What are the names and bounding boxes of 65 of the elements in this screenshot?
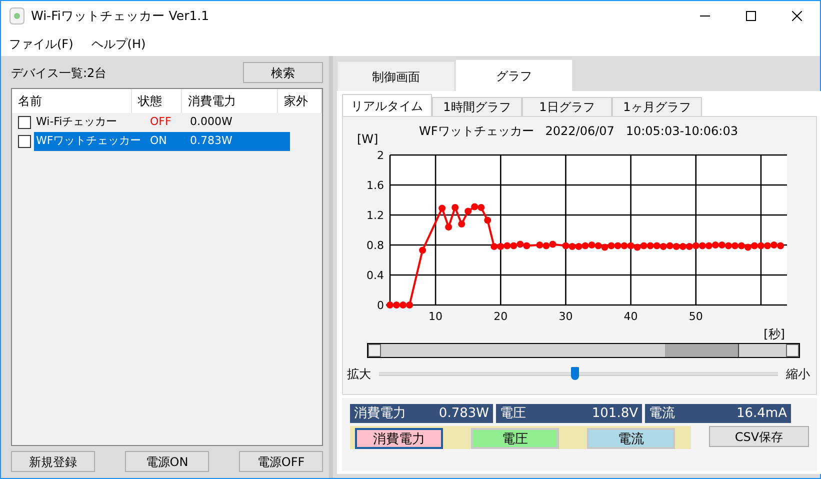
checkbox[interactable] <box>18 135 31 148</box>
y-tick-label: 0.4 <box>366 269 384 282</box>
app-icon <box>9 7 25 25</box>
x-tick-label: 50 <box>688 310 703 323</box>
tab[interactable]: グラフ <box>455 59 573 91</box>
action-button[interactable]: 電源ON <box>125 451 209 472</box>
tab[interactable]: 1時間グラフ <box>432 97 522 116</box>
action-button[interactable]: 電源OFF <box>239 451 323 472</box>
device-name: WFワットチェッカー <box>35 133 142 150</box>
y-tick-label: 1.6 <box>366 179 384 192</box>
readout-label: 電流 <box>649 404 675 423</box>
chart-title: WFワットチェッカー 2022/06/07 10:05:03-10:06:03 <box>419 124 738 138</box>
series-toggle-button[interactable]: 電流 <box>587 428 675 449</box>
status-text: ON <box>150 133 168 150</box>
x-axis-label: [秒] <box>764 327 785 341</box>
scrollbar[interactable] <box>367 343 800 358</box>
checkbox[interactable] <box>18 116 31 129</box>
readout-label: 電圧 <box>500 404 526 423</box>
y-tick-label: 1.2 <box>366 209 384 222</box>
power-value: 0.000W <box>190 114 234 130</box>
y-axis-label: [W] <box>357 132 378 146</box>
x-tick-label: 40 <box>624 310 638 323</box>
data-point <box>458 220 466 228</box>
readout-label: 消費電力 <box>354 404 406 423</box>
y-tick-label: 0 <box>377 299 384 312</box>
tab[interactable]: 1日グラフ <box>522 97 612 116</box>
selected-row[interactable]: WFワットチェッカー ON 0.783W <box>34 132 290 151</box>
search-button[interactable]: 検索 <box>243 62 323 83</box>
data-point <box>452 204 459 211</box>
maximize-icon <box>746 11 756 21</box>
column-header[interactable]: 状態 <box>132 89 182 113</box>
zoom-in-label: 拡大 <box>347 366 371 383</box>
x-tick-label: 30 <box>558 310 573 323</box>
action-button[interactable]: 新規登録 <box>11 451 95 472</box>
slider-thumb[interactable] <box>570 367 578 380</box>
x-tick-label: 10 <box>428 310 443 323</box>
tab[interactable]: 1ヶ月グラフ <box>612 97 702 116</box>
series-toggle-button[interactable]: 消費電力 <box>355 428 443 449</box>
x-tick-label: 20 <box>494 310 508 323</box>
device-name: Wi-Fiチェッカー <box>35 114 118 130</box>
data-point <box>445 224 452 230</box>
column-header[interactable]: 消費電力 <box>182 89 278 113</box>
status-text: OFF <box>150 114 172 130</box>
data-point <box>419 246 426 254</box>
csv-save-button[interactable]: CSV保存 <box>709 426 809 447</box>
column-header[interactable]: 家外 <box>278 89 322 113</box>
list-row[interactable]: Wi-Fiチェッカー OFF 0.000W <box>34 113 290 132</box>
readout-value: 0.783W <box>438 404 489 423</box>
device-count-label: デバイス一覧:2台 <box>11 64 107 82</box>
data-point <box>484 216 492 224</box>
readout-value: 16.4mA <box>736 404 787 423</box>
y-tick-label: 0.8 <box>366 239 384 252</box>
power-value: 0.783W <box>190 133 234 150</box>
tab[interactable]: リアルタイム <box>342 94 432 116</box>
zoom-out-label: 縮小 <box>786 366 810 383</box>
menu-item[interactable]: ファイル(F) <box>9 34 74 52</box>
window-title: Wi-Fiワットチェッカー Ver1.1 <box>31 6 210 25</box>
readout-value: 101.8V <box>592 404 638 423</box>
column-header[interactable]: 名前 <box>12 89 132 113</box>
y-tick-label: 2 <box>377 149 384 162</box>
series-toggle-button[interactable]: 電圧 <box>471 428 559 449</box>
tab[interactable]: 制御画面 <box>337 61 455 91</box>
data-point <box>438 204 446 212</box>
close-icon <box>792 11 802 21</box>
menu-item[interactable]: ヘルプ(H) <box>91 34 146 52</box>
